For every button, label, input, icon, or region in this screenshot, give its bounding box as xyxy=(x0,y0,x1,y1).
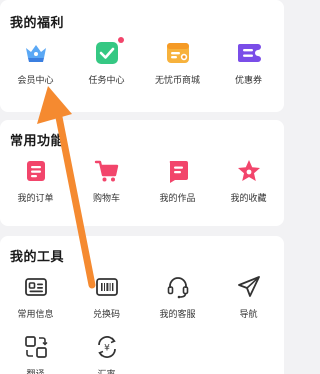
navigation-button[interactable]: 导航 xyxy=(213,274,284,320)
common-functions-grid: 我的订单 购物车 我的作品 我的收藏 xyxy=(0,158,284,204)
coupon-label: 优惠券 xyxy=(234,76,262,86)
order-icon xyxy=(23,158,49,184)
customer-service-button[interactable]: 我的客服 xyxy=(142,274,213,320)
my-tools-grid: 常用信息 兑换码 我的客服 导航 ¥ xyxy=(0,274,284,374)
navigation-label: 导航 xyxy=(239,310,258,320)
my-favorites-label: 我的收藏 xyxy=(230,194,267,204)
redeem-code-label: 兑换码 xyxy=(92,310,120,320)
my-works-button[interactable]: 我的作品 xyxy=(142,158,213,204)
my-orders-label: 我的订单 xyxy=(17,194,54,204)
coin-store-icon xyxy=(165,40,191,66)
translate-button[interactable]: 翻译 xyxy=(0,334,71,374)
common-info-button[interactable]: 常用信息 xyxy=(0,274,71,320)
headset-icon xyxy=(165,274,191,300)
coin-store-label: 无忧币商城 xyxy=(154,76,200,86)
exchange-rate-icon: ¥ xyxy=(94,334,120,360)
common-functions-section: 常用功能 我的订单 购物车 我的作品 我的收藏 xyxy=(0,120,284,226)
shopping-cart-label: 购物车 xyxy=(92,194,120,204)
id-card-icon xyxy=(23,274,49,300)
customer-service-label: 我的客服 xyxy=(159,310,196,320)
common-info-label: 常用信息 xyxy=(17,310,54,320)
welfare-section: 我的福利 会员中心 任务中心 无忧币商城 优惠券 xyxy=(0,0,284,112)
task-center-button[interactable]: 任务中心 xyxy=(71,37,142,86)
my-orders-button[interactable]: 我的订单 xyxy=(0,158,71,204)
task-check-icon xyxy=(94,37,124,66)
member-center-label: 会员中心 xyxy=(17,76,54,86)
paper-plane-icon xyxy=(236,274,262,300)
notification-dot xyxy=(117,37,124,43)
task-center-label: 任务中心 xyxy=(88,76,125,86)
crown-icon xyxy=(23,40,49,66)
my-works-label: 我的作品 xyxy=(159,194,196,204)
coupon-icon xyxy=(236,40,262,66)
mine-page: 我的福利 会员中心 任务中心 无忧币商城 优惠券 常用功能 我的订单 购物车 我… xyxy=(0,0,284,374)
member-center-button[interactable]: 会员中心 xyxy=(0,40,71,86)
works-icon xyxy=(165,158,191,184)
common-functions-title: 常用功能 xyxy=(10,134,65,149)
exchange-rate-label: 汇率 xyxy=(97,367,115,374)
coupon-button[interactable]: 优惠券 xyxy=(213,40,284,86)
translate-label: 翻译 xyxy=(26,367,44,374)
my-favorites-button[interactable]: 我的收藏 xyxy=(213,158,284,204)
my-tools-title: 我的工具 xyxy=(10,250,65,265)
my-tools-section: 我的工具 常用信息 兑换码 我的客服 导航 ¥ xyxy=(0,236,284,374)
welfare-grid: 会员中心 任务中心 无忧币商城 优惠券 xyxy=(0,37,284,86)
cart-icon xyxy=(94,158,120,184)
shopping-cart-button[interactable]: 购物车 xyxy=(71,158,142,204)
barcode-icon xyxy=(94,274,120,300)
exchange-rate-button[interactable]: ¥ 汇率 xyxy=(71,334,142,374)
redeem-code-button[interactable]: 兑换码 xyxy=(71,274,142,320)
svg-text:¥: ¥ xyxy=(104,344,110,354)
coin-store-button[interactable]: 无忧币商城 xyxy=(142,40,213,86)
star-icon xyxy=(236,158,262,184)
translate-icon xyxy=(23,334,49,360)
welfare-title: 我的福利 xyxy=(10,16,65,31)
